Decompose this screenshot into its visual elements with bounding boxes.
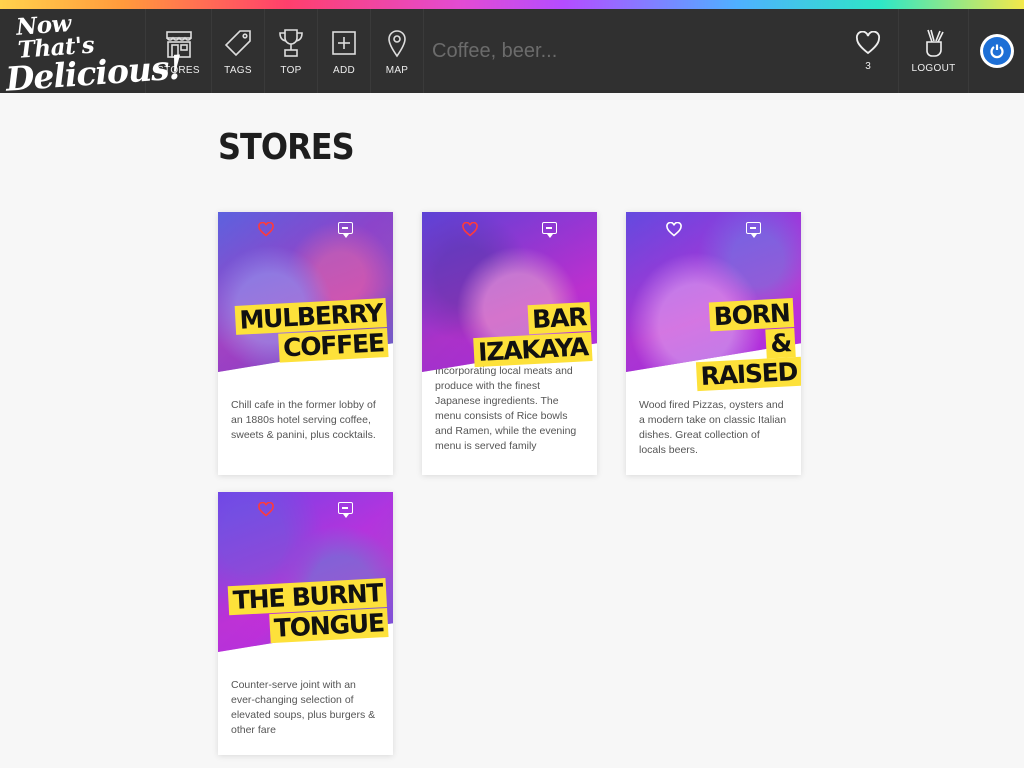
- store-description: Chill cafe in the former lobby of an 188…: [231, 399, 376, 441]
- nav-item-add[interactable]: ADD: [317, 9, 370, 93]
- logo[interactable]: Now That's Delicious!: [0, 4, 184, 99]
- map-pin-icon: [388, 29, 406, 57]
- store-card[interactable]: BAR IZAKAYA Incorporating local meats an…: [422, 212, 597, 475]
- hearts-count: 3: [865, 60, 871, 72]
- nav-label-top: TOP: [280, 64, 302, 76]
- review-icon[interactable]: [542, 222, 557, 238]
- heart-button[interactable]: [462, 221, 478, 242]
- heart-icon: [462, 221, 478, 237]
- logo-line-2: Delicious!: [4, 46, 184, 99]
- top-nav: Now That's Delicious! STORES TAGS TOP AD…: [0, 9, 1024, 98]
- nav-item-tags[interactable]: TAGS: [211, 9, 264, 93]
- search-input[interactable]: [432, 39, 832, 63]
- nav-item-top[interactable]: TOP: [264, 9, 317, 93]
- tag-icon: [224, 29, 251, 56]
- store-card[interactable]: MULBERRY COFFEE Chill cafe in the former…: [218, 212, 393, 475]
- store-title[interactable]: MULBERRY COFFEE: [221, 298, 389, 366]
- peace-hand-icon: [925, 29, 944, 57]
- logout-button[interactable]: LOGOUT: [898, 9, 968, 93]
- avatar[interactable]: [968, 9, 1024, 93]
- store-title[interactable]: THE BURNT TONGUE: [221, 578, 389, 646]
- rainbow-bar: [0, 0, 1024, 9]
- nav-label-tags: TAGS: [224, 64, 252, 76]
- trophy-icon: [279, 28, 303, 57]
- review-icon[interactable]: [746, 222, 761, 238]
- store-card[interactable]: BORN & RAISED Wood fired Pizzas, oysters…: [626, 212, 801, 475]
- add-icon: [332, 30, 356, 55]
- nav-item-map[interactable]: MAP: [370, 9, 423, 93]
- store-description: Incorporating local meats and produce wi…: [435, 365, 577, 452]
- search-bar: [423, 9, 838, 93]
- review-icon[interactable]: [338, 222, 353, 238]
- store-description: Wood fired Pizzas, oysters and a modern …: [639, 399, 787, 456]
- hearts-link[interactable]: 3: [838, 9, 898, 93]
- nav-label-add: ADD: [332, 64, 355, 76]
- nav-label-map: MAP: [385, 64, 409, 76]
- review-icon[interactable]: [338, 502, 353, 518]
- logout-label: LOGOUT: [911, 63, 956, 74]
- heart-icon: [856, 30, 880, 54]
- store-card[interactable]: THE BURNT TONGUE Counter-serve joint wit…: [218, 492, 393, 755]
- heart-icon: [666, 221, 682, 237]
- page-title: STORES: [218, 126, 355, 168]
- store-description: Counter-serve joint with an ever-changin…: [231, 679, 376, 736]
- heart-icon: [258, 221, 274, 237]
- power-icon: [989, 44, 1004, 59]
- store-title[interactable]: BORN & RAISED: [693, 298, 801, 392]
- heart-button[interactable]: [666, 221, 682, 242]
- store-title[interactable]: BAR IZAKAYA: [425, 302, 593, 370]
- heart-icon: [258, 501, 274, 517]
- heart-button[interactable]: [258, 501, 274, 522]
- heart-button[interactable]: [258, 221, 274, 242]
